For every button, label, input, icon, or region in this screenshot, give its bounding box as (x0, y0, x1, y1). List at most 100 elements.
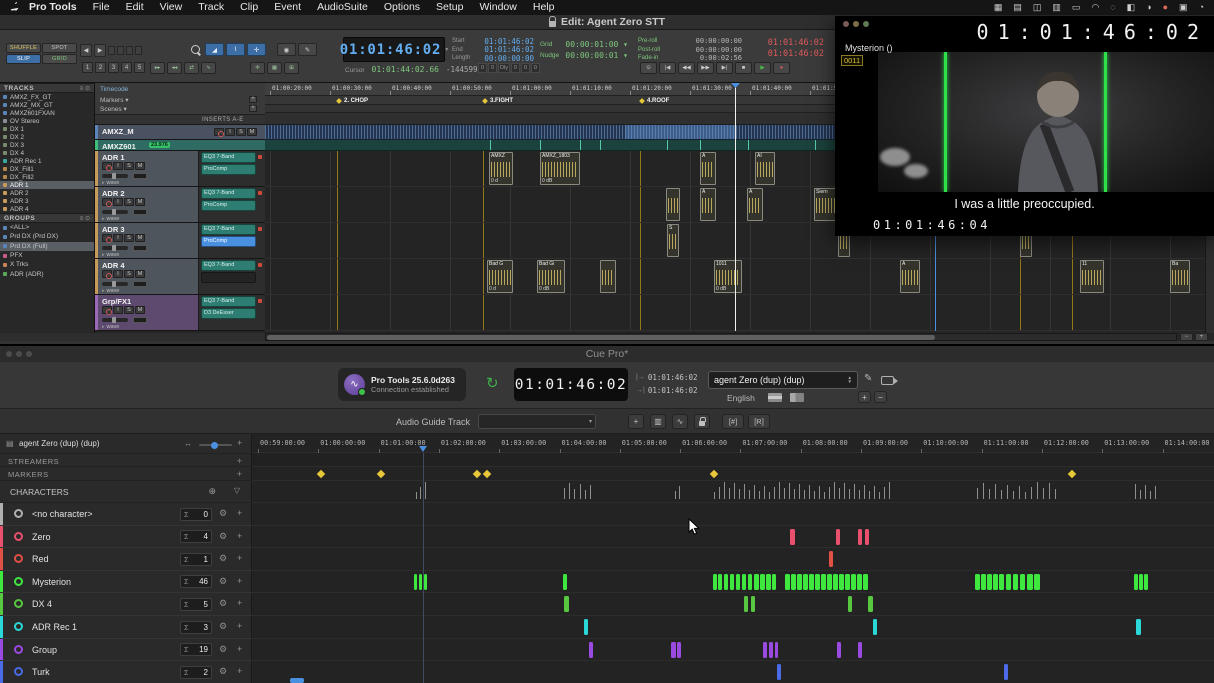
insert-active-indicator[interactable] (258, 191, 262, 195)
marker-3-fight[interactable]: 3.FIGHT (483, 98, 513, 104)
close-window-button[interactable] (843, 21, 849, 27)
character-settings-icon[interactable]: ⚙ (219, 666, 227, 677)
audio-clip-bad-gi[interactable]: Bad Gi0 dB (537, 260, 565, 293)
insert-eq3-7-band[interactable]: EQ3 7-Band (201, 296, 256, 307)
streamers-row[interactable]: STREAMERS + (0, 453, 252, 467)
tab-option-button-3[interactable]: ⇄ (184, 62, 199, 74)
grid-value[interactable]: 00:00:01:00 ▾ (565, 40, 628, 49)
cue-bar[interactable] (1013, 574, 1018, 590)
ffwd-button[interactable]: ▶▶ (697, 62, 714, 74)
group-list-item-all[interactable]: <ALL> (0, 223, 94, 232)
spotlight-icon[interactable]: ◌ (1110, 0, 1115, 15)
track-s-button[interactable]: S (124, 234, 134, 242)
ruler-label-markers[interactable]: Markers ▾ (100, 96, 129, 104)
track-i-button[interactable]: I (113, 234, 123, 242)
stop-button[interactable]: ■ (735, 62, 752, 74)
cue-bar[interactable] (777, 664, 781, 680)
play-button[interactable]: ▶ (754, 62, 771, 74)
audio-clip-a[interactable]: A (747, 188, 763, 221)
control-center-icon[interactable]: ◧ (1127, 0, 1136, 15)
cue-bar[interactable] (975, 574, 980, 590)
track-i-button[interactable]: I (225, 128, 235, 136)
add-cue-button[interactable]: + (237, 644, 242, 654)
character-settings-icon[interactable]: ⚙ (219, 508, 227, 519)
cue-lane-no-character[interactable] (252, 503, 1214, 526)
cue-bar[interactable] (724, 574, 728, 590)
track-i-button[interactable]: I (113, 198, 123, 206)
main-counter[interactable]: 01:01:46:02 ▾ (343, 37, 445, 62)
cue-bar[interactable] (754, 574, 759, 590)
zoom-window-button[interactable] (863, 21, 869, 27)
track-list-item-dx-fill1[interactable]: DX_Fill1 (0, 165, 94, 173)
waveform-view-selector[interactable]: ▸wave (102, 324, 119, 330)
cue-scrollbar-thumb[interactable] (290, 678, 304, 683)
mode-shuffle-button[interactable]: SHUFFLE (6, 43, 41, 53)
track-s-button[interactable]: S (124, 306, 134, 314)
toggle-icon[interactable]: ◑ (1146, 0, 1151, 15)
language-label[interactable]: English (727, 393, 755, 403)
minimize-window-button[interactable] (16, 351, 22, 357)
character-settings-icon[interactable]: ⚙ (219, 621, 227, 632)
track-list-item-amxz-mx-gt[interactable]: AMXZ_MX_GT (0, 101, 94, 109)
insert-eq3-7-band[interactable]: EQ3 7-Band (201, 260, 256, 271)
timeline-zoom-out-button[interactable]: − (1180, 333, 1193, 341)
audio-clip-ai[interactable]: AI (755, 152, 775, 185)
snap-option-button-2[interactable]: ▦ (267, 62, 282, 74)
add-cue-button[interactable]: + (628, 414, 644, 429)
menu-window[interactable]: Window (480, 0, 517, 15)
tab-option-button-2[interactable]: ◂◂ (167, 62, 182, 74)
cue-bar[interactable] (857, 574, 862, 590)
apple-menu-icon[interactable] (10, 2, 21, 13)
edit-vertical-scrollbar[interactable] (1205, 236, 1214, 333)
language-flag-icon-2[interactable] (790, 393, 804, 402)
cue-out-time[interactable]: 01:01:46:02 (648, 386, 698, 395)
menu-pro-tools[interactable]: Pro Tools (29, 0, 77, 15)
screen-icon[interactable]: ▣ (1179, 0, 1188, 15)
edit-horizontal-scrollbar[interactable] (265, 333, 1177, 341)
transport-time-2[interactable]: 01:01:46:02 (760, 49, 824, 60)
menu-options[interactable]: Options (384, 0, 420, 15)
remove-button[interactable]: − (874, 391, 887, 403)
cue-bar[interactable] (851, 574, 856, 590)
track-m-button[interactable]: M (135, 198, 145, 206)
add-marker-button[interactable]: + (249, 96, 257, 103)
cue-bar[interactable] (1004, 664, 1008, 680)
cue-bar[interactable] (1139, 574, 1143, 590)
tab-option-button-4[interactable]: ∿ (201, 62, 216, 74)
grabber-tool-button[interactable]: ✛ (247, 43, 266, 56)
cue-bar[interactable] (829, 551, 833, 567)
audio-clip-a[interactable]: A (900, 260, 920, 293)
ruler-label-scenes[interactable]: Scenes ▾ (100, 105, 127, 113)
waveform-view-selector[interactable]: ▸wave (102, 288, 119, 294)
cue-bar[interactable] (858, 642, 862, 658)
memory-location-4[interactable]: 4 (121, 62, 132, 73)
audio-clip[interactable] (600, 260, 616, 293)
track-list-item-adr-2[interactable]: ADR 2 (0, 189, 94, 197)
waveform-view-selector[interactable]: ▸wave (102, 252, 119, 258)
zoomer-tool-icon[interactable] (190, 44, 202, 57)
record-enable-button[interactable] (102, 234, 112, 242)
cue-marker-diamond[interactable] (710, 470, 718, 478)
cue-marker-diamond[interactable] (483, 470, 491, 478)
track-header-adr-2[interactable]: ADR 2ISM▸waveEQ3 7-BandProComp (95, 187, 265, 223)
markers-row[interactable]: MARKERS + (0, 467, 252, 481)
zoom-slider-thumb[interactable] (211, 442, 218, 449)
close-window-button[interactable] (6, 351, 12, 357)
take-stepper[interactable]: ▲▼ (848, 376, 852, 385)
cue-bar[interactable] (791, 574, 796, 590)
character-row-turk[interactable]: TurkΣ2⚙+ (0, 661, 252, 683)
track-volume-fader[interactable] (102, 318, 128, 322)
track-s-button[interactable]: S (236, 128, 246, 136)
audio-clip-ba[interactable]: Ba (1170, 260, 1190, 293)
cue-bar[interactable] (1020, 574, 1025, 590)
insert-eq3-7-band[interactable]: EQ3 7-Band (201, 152, 256, 163)
cue-in-time[interactable]: 01:01:46:02 (648, 373, 698, 382)
cue-timeline-ruler[interactable]: 00:59:00:0001:00:00:0001:01:00:0001:02:0… (252, 434, 1214, 453)
group-list-item-pfx[interactable]: PFX (0, 251, 94, 260)
snap-option-button-1[interactable]: ✛ (250, 62, 265, 74)
mode-spot-button[interactable]: SPOT (42, 43, 77, 53)
track-header-adr-4[interactable]: ADR 4ISM▸waveEQ3 7-Band (95, 259, 265, 295)
cue-bar[interactable] (751, 596, 755, 612)
character-settings-icon[interactable]: ⚙ (219, 553, 227, 564)
edit-scrollbar-thumb[interactable] (267, 335, 935, 340)
